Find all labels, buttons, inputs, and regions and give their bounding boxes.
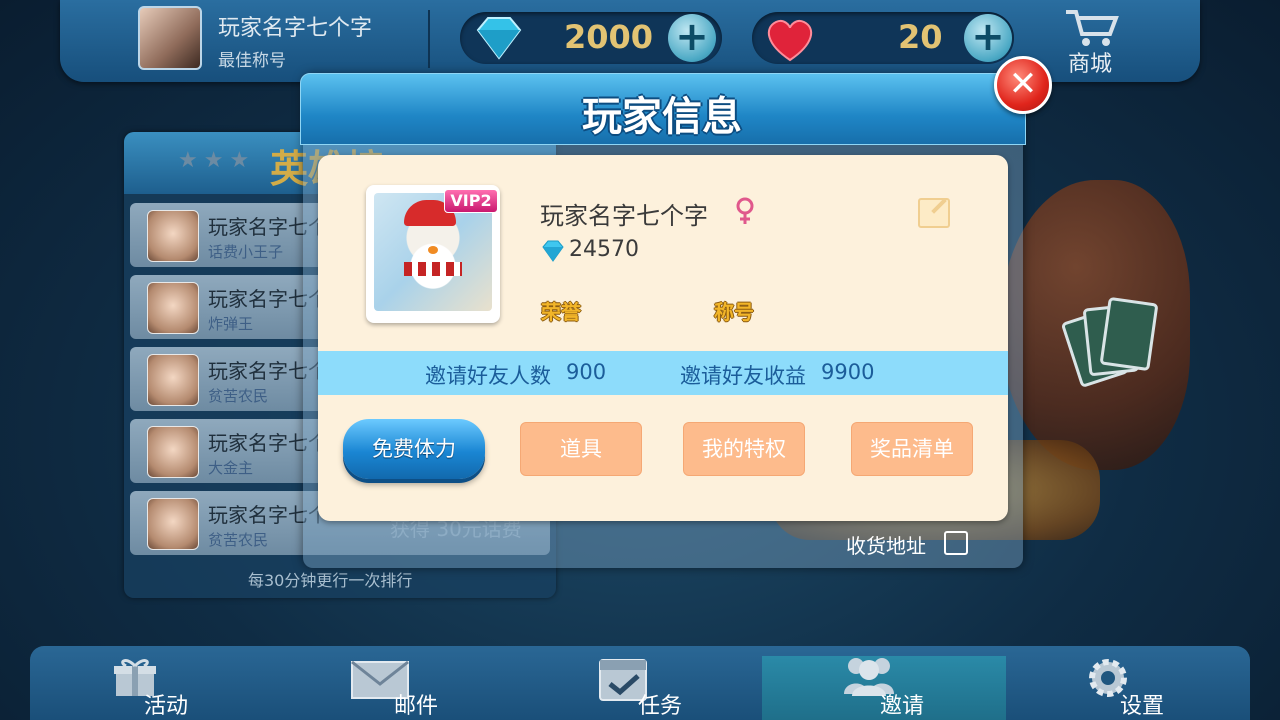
diamond-icon bbox=[542, 240, 564, 262]
leaderboard-footer: 每30分钟更行一次排行 bbox=[248, 571, 413, 590]
row-player-title: 大金主 bbox=[208, 459, 254, 477]
player-name: 玩家名字七个字 bbox=[540, 202, 708, 230]
edit-icon[interactable] bbox=[918, 198, 950, 228]
nav-label: 设置 bbox=[1120, 694, 1165, 719]
free-stamina-button[interactable]: 免费体力 bbox=[343, 419, 485, 479]
top-player-title: 最佳称号 bbox=[218, 51, 286, 71]
title-label: 称号 bbox=[714, 300, 754, 324]
add-diamond-button[interactable]: + bbox=[668, 14, 716, 62]
heart-icon bbox=[767, 19, 813, 62]
cart-icon[interactable] bbox=[1062, 8, 1120, 48]
row-player-title: 贫苦农民 bbox=[208, 531, 269, 549]
nav-label: 邮件 bbox=[394, 694, 439, 719]
female-gender-icon bbox=[736, 197, 754, 224]
invite-stats-strip bbox=[318, 351, 1008, 395]
nav-item-activity[interactable]: 活动 bbox=[104, 646, 204, 720]
close-button[interactable]: ✕ bbox=[994, 56, 1052, 114]
player-avatar bbox=[147, 498, 199, 550]
row-player-title: 贫苦农民 bbox=[208, 387, 269, 405]
add-heart-button[interactable]: + bbox=[964, 14, 1012, 62]
invite-count-value: 900 bbox=[566, 360, 607, 384]
snowman-scarf bbox=[404, 262, 462, 276]
nav-label: 活动 bbox=[144, 694, 189, 719]
dialog-title: 玩家信息 bbox=[582, 94, 742, 140]
shipping-address-label[interactable]: 收货地址 bbox=[846, 530, 926, 559]
player-avatar bbox=[147, 282, 199, 334]
player-avatar bbox=[147, 426, 199, 478]
player-avatar bbox=[147, 210, 199, 262]
gem-count: 24570 bbox=[569, 237, 639, 262]
edit-address-icon[interactable] bbox=[944, 531, 968, 555]
nav-item-settings[interactable]: 设置 bbox=[1080, 646, 1190, 720]
nav-label: 任务 bbox=[638, 694, 683, 719]
close-icon: ✕ bbox=[1008, 64, 1038, 104]
snowman-nose bbox=[428, 246, 438, 254]
star-icons: ★★★ bbox=[178, 148, 256, 173]
invite-income-value: 9900 bbox=[821, 360, 875, 384]
diamond-icon bbox=[476, 17, 522, 60]
privileges-button[interactable]: 我的特权 bbox=[683, 422, 805, 476]
nav-label: 邀请 bbox=[880, 694, 925, 719]
row-player-title: 炸弹王 bbox=[208, 315, 254, 333]
top-player-name: 玩家名字七个字 bbox=[218, 16, 373, 41]
top-divider bbox=[428, 10, 430, 68]
nav-item-invite[interactable]: 邀请 bbox=[836, 646, 946, 720]
row-player-title: 话费小王子 bbox=[208, 243, 284, 261]
nav-item-tasks[interactable]: 任务 bbox=[594, 646, 694, 720]
invite-count-label: 邀请好友人数 bbox=[425, 364, 551, 388]
player-avatar[interactable] bbox=[138, 6, 202, 70]
playing-cards-icon bbox=[1060, 296, 1160, 389]
diamond-count: 2000 bbox=[564, 18, 654, 56]
shop-button-label[interactable]: 商城 bbox=[1068, 46, 1112, 78]
prize-list-button[interactable]: 奖品清单 bbox=[851, 422, 973, 476]
honor-label: 荣誉 bbox=[541, 300, 581, 324]
player-avatar bbox=[147, 354, 199, 406]
vip-badge: VIP2 bbox=[444, 189, 498, 213]
invite-income-label: 邀请好友收益 bbox=[680, 364, 806, 388]
heart-count: 20 bbox=[898, 18, 943, 56]
nav-item-mail[interactable]: 邮件 bbox=[346, 646, 446, 720]
items-button[interactable]: 道具 bbox=[520, 422, 642, 476]
